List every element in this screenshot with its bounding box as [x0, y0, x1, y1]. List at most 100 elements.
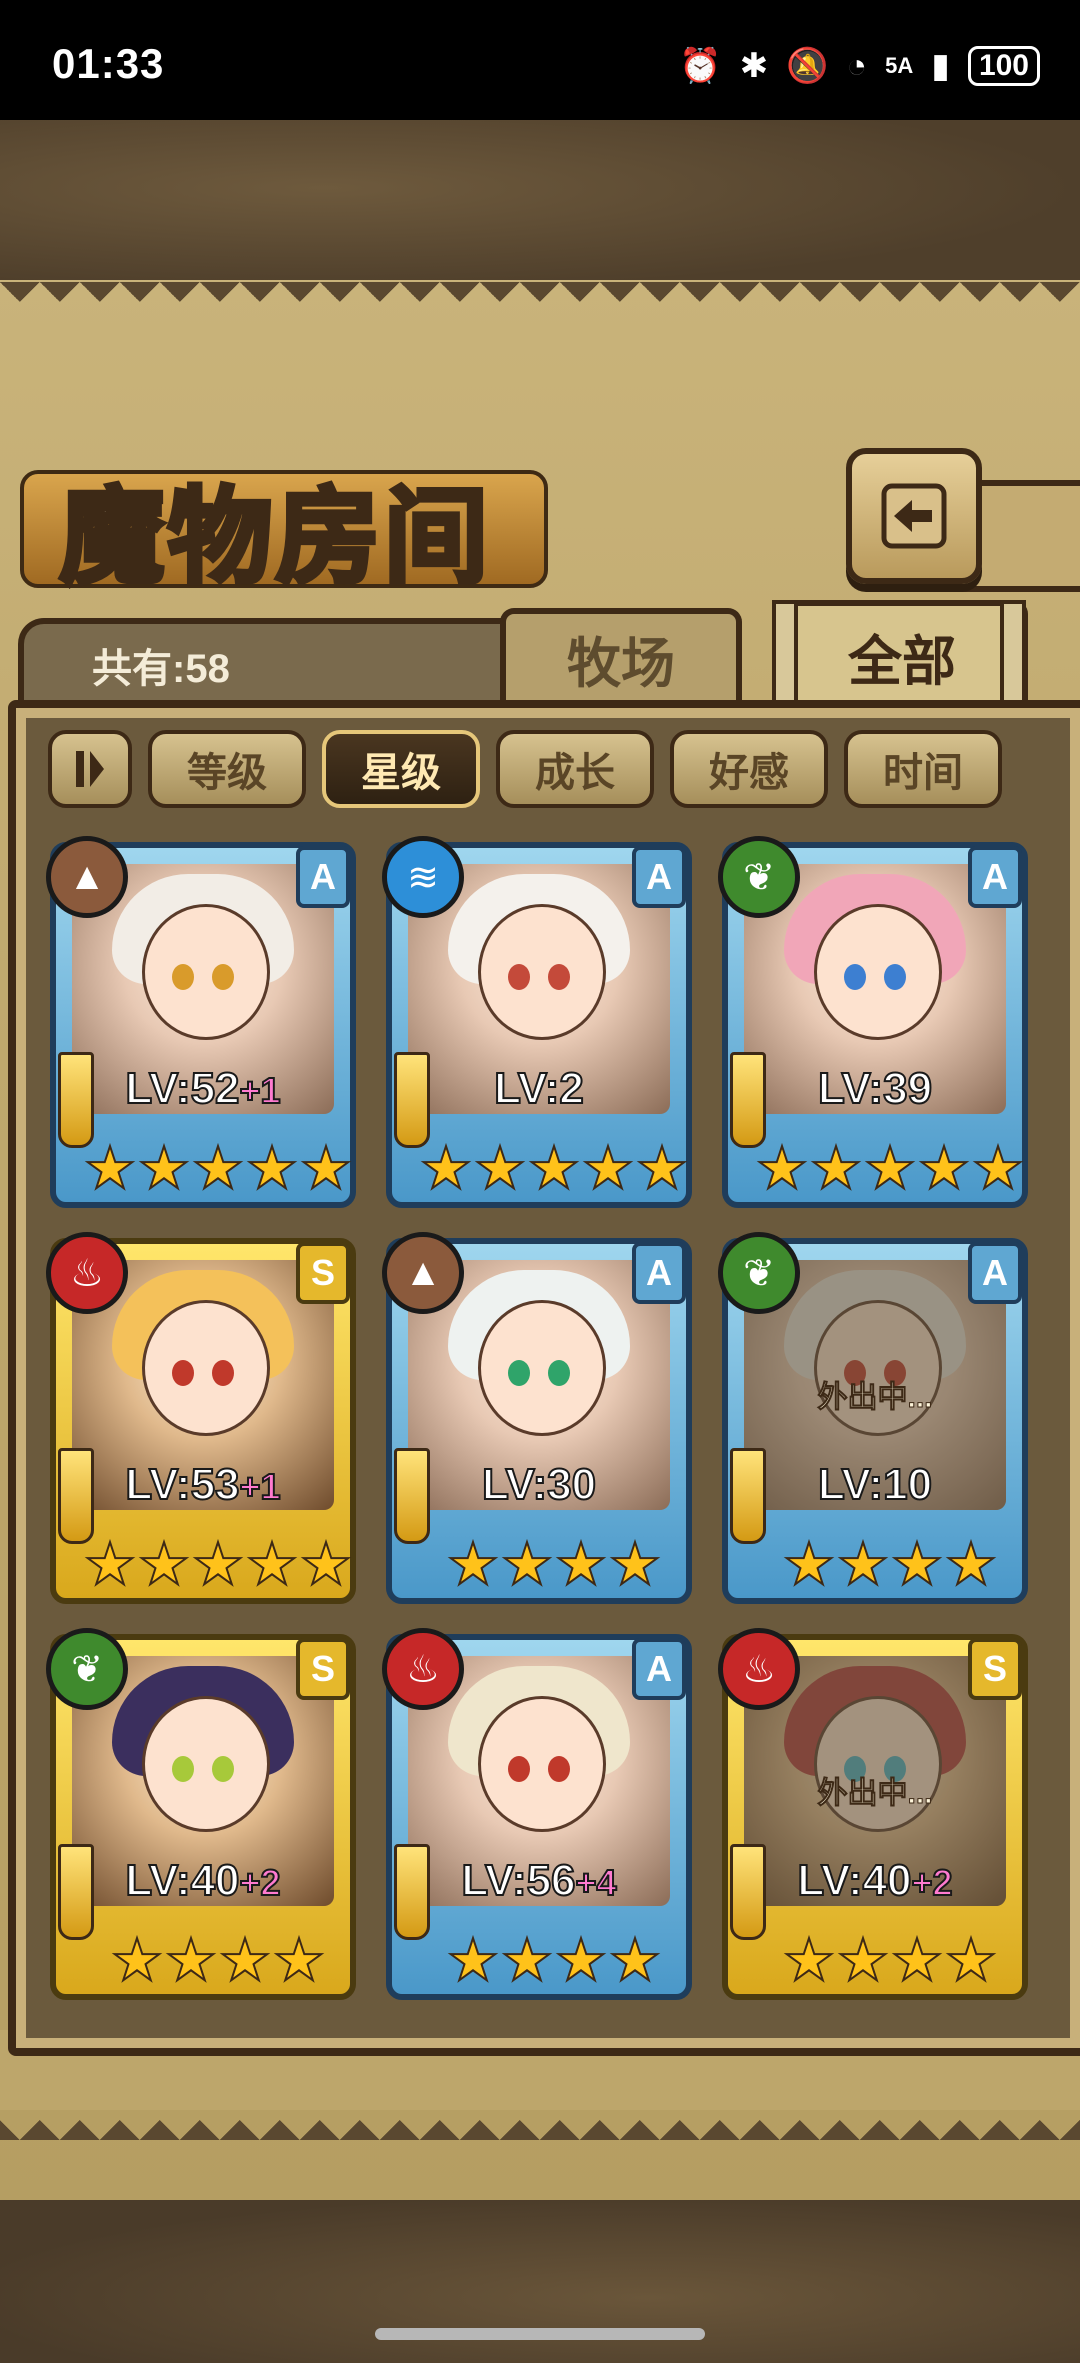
away-status: 外出中... — [817, 1777, 933, 1811]
star-rating: ★ ★ ★ ★ — [762, 1928, 1018, 1993]
star-icon: ★ — [218, 1928, 272, 1993]
level-label: LV:39 — [722, 1063, 1028, 1114]
level-label: LV:2 — [386, 1063, 692, 1114]
portrait-eye — [548, 1360, 570, 1386]
monster-card[interactable]: 外出中... ❦ A LV:10 ★ ★ ★ ★ — [718, 1232, 1028, 1604]
rank-badge: A — [296, 846, 350, 908]
portrait-eye — [172, 1756, 194, 1782]
star-icon: ★ — [83, 1532, 137, 1597]
portrait-face — [142, 1300, 270, 1436]
rank-badge: A — [968, 1242, 1022, 1304]
rank-badge: A — [632, 1242, 686, 1304]
level-label: LV:56+4 — [386, 1855, 692, 1906]
star-icon: ★ — [272, 1928, 326, 1993]
sort-level-button[interactable]: 等级 — [148, 730, 306, 808]
star-icon: ★ — [836, 1928, 890, 1993]
level-value: LV:52 — [124, 1063, 240, 1114]
level-label: LV:52+1 — [50, 1063, 356, 1114]
portrait-eye — [508, 964, 530, 990]
alarm-icon: ⏰ — [679, 47, 722, 85]
star-icon: ★ — [446, 1928, 500, 1993]
star-icon: ★ — [110, 1928, 164, 1993]
portrait-eye — [508, 1360, 530, 1386]
sort-order-toggle[interactable] — [48, 730, 132, 808]
star-rating: ★ ★ ★ ★ — [426, 1928, 682, 1993]
star-icon: ★ — [299, 1136, 353, 1201]
level-bonus: +4 — [575, 1861, 618, 1904]
monster-card[interactable]: ≋ A LV:2 ★ ★ ★ ★ ★ — [382, 836, 692, 1208]
star-icon: ★ — [191, 1136, 245, 1201]
wifi-icon: ◔ — [846, 46, 868, 85]
portrait-face — [814, 904, 942, 1040]
sort-time-button[interactable]: 时间 — [844, 730, 1002, 808]
star-icon: ★ — [782, 1532, 836, 1597]
rank-badge: A — [632, 1638, 686, 1700]
monster-card[interactable]: ❦ S LV:40+2 ★ ★ ★ ★ — [46, 1628, 356, 2000]
portrait-eye — [508, 1756, 530, 1782]
star-icon: ★ — [554, 1532, 608, 1597]
star-icon: ★ — [473, 1136, 527, 1201]
star-icon: ★ — [446, 1532, 500, 1597]
zigzag-border-top — [0, 282, 1080, 322]
level-value: LV:53 — [124, 1459, 240, 1510]
sort-growth-button[interactable]: 成长 — [496, 730, 654, 808]
level-label: LV:40+2 — [722, 1855, 1028, 1906]
status-icons: ⏰ ✱ 🔕 ◔ 5A ▮ 100 — [679, 46, 1040, 86]
star-icon: ★ — [809, 1136, 863, 1201]
star-icon: ★ — [890, 1928, 944, 1993]
star-icon: ★ — [191, 1532, 245, 1597]
portrait-eye — [884, 964, 906, 990]
star-rating: ★ ★ ★ ★ ★ — [755, 1136, 1025, 1201]
star-icon: ★ — [419, 1136, 473, 1201]
sort-affection-button[interactable]: 好感 — [670, 730, 828, 808]
portrait-face — [478, 1696, 606, 1832]
portrait-eye — [212, 1360, 234, 1386]
monster-card[interactable]: ❦ A LV:39 ★ ★ ★ ★ ★ — [718, 836, 1028, 1208]
star-icon: ★ — [137, 1136, 191, 1201]
monster-card[interactable]: ▲ A LV:30 ★ ★ ★ ★ — [382, 1232, 692, 1604]
star-rating: ★ ★ ★ ★ ★ — [83, 1532, 353, 1597]
level-value: LV:40 — [796, 1855, 912, 1906]
mute-icon: 🔕 — [786, 47, 829, 85]
monster-card[interactable]: 外出中... ♨ S LV:40+2 ★ ★ ★ ★ — [718, 1628, 1028, 2000]
star-rating: ★ ★ ★ ★ — [426, 1532, 682, 1597]
star-icon: ★ — [863, 1136, 917, 1201]
portrait-eye — [844, 964, 866, 990]
star-icon: ★ — [782, 1928, 836, 1993]
level-label: LV:30 — [386, 1459, 692, 1510]
portrait-eye — [212, 1756, 234, 1782]
star-rating: ★ ★ ★ ★ ★ — [83, 1136, 353, 1201]
level-bonus: +1 — [239, 1069, 282, 1112]
star-icon: ★ — [971, 1136, 1025, 1201]
element-nature-icon: ❦ — [46, 1628, 128, 1710]
star-icon: ★ — [299, 1532, 353, 1597]
level-value: LV:10 — [817, 1459, 933, 1510]
star-rating: ★ ★ ★ ★ ★ — [419, 1136, 689, 1201]
star-icon: ★ — [164, 1928, 218, 1993]
monster-card[interactable]: ▲ A LV:52+1 ★ ★ ★ ★ ★ — [46, 836, 356, 1208]
element-fire-icon: ♨ — [718, 1628, 800, 1710]
rank-badge: S — [296, 1242, 350, 1304]
sort-star-button[interactable]: 星级 — [322, 730, 480, 808]
back-button[interactable] — [846, 448, 982, 584]
zigzag-border-bottom — [0, 2100, 1080, 2140]
portrait-face — [478, 1300, 606, 1436]
bluetooth-icon: ✱ — [739, 47, 769, 85]
home-indicator[interactable] — [375, 2328, 705, 2340]
rank-badge: A — [632, 846, 686, 908]
portrait-face — [142, 904, 270, 1040]
star-icon: ★ — [635, 1136, 689, 1201]
level-bonus: +2 — [911, 1861, 954, 1904]
star-rating: ★ ★ ★ ★ — [762, 1532, 1018, 1597]
level-label: LV:40+2 — [50, 1855, 356, 1906]
monster-card[interactable]: ♨ S LV:53+1 ★ ★ ★ ★ ★ — [46, 1232, 356, 1604]
element-fire-icon: ♨ — [382, 1628, 464, 1710]
star-icon: ★ — [836, 1532, 890, 1597]
level-value: LV:39 — [817, 1063, 933, 1114]
star-icon: ★ — [500, 1532, 554, 1597]
monster-card[interactable]: ♨ A LV:56+4 ★ ★ ★ ★ — [382, 1628, 692, 2000]
tab-ranch[interactable]: 牧场 — [500, 608, 742, 714]
rank-badge: S — [296, 1638, 350, 1700]
page-title: 魔物房间 — [57, 473, 493, 601]
star-icon: ★ — [608, 1532, 662, 1597]
